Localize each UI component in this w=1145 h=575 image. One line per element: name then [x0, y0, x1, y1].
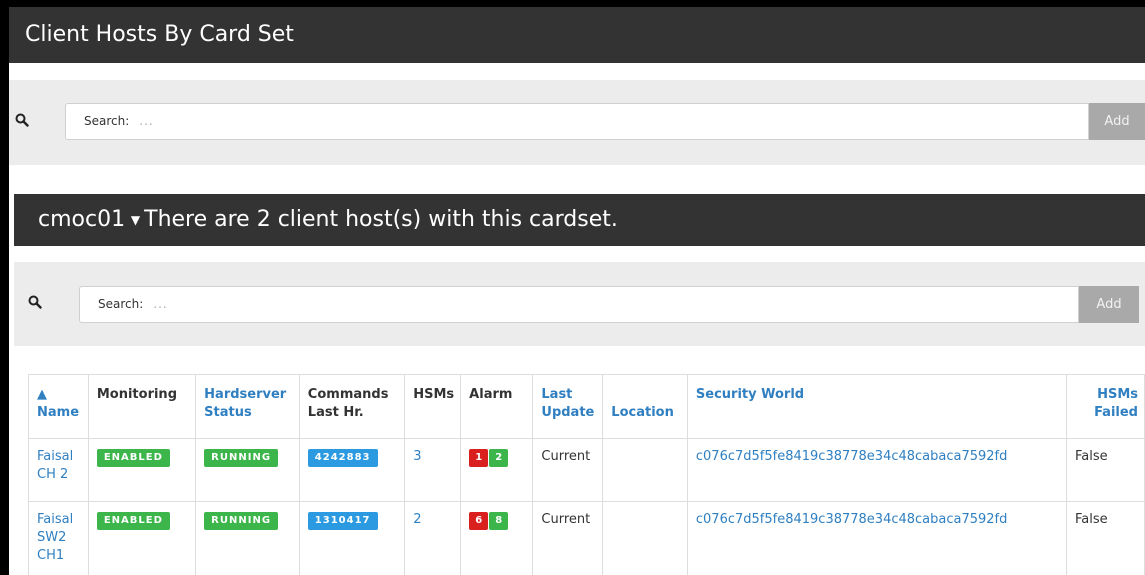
- column-header-name[interactable]: ▲ Name: [28, 374, 89, 439]
- hsms-failed-cell: False: [1066, 438, 1145, 502]
- inner-search-bar: Search:... Add: [14, 262, 1145, 346]
- column-header-last-update[interactable]: Last Update: [532, 374, 604, 439]
- security-world-link[interactable]: c076c7d5f5fe8419c38778e34c48cabaca7592fd: [696, 449, 1008, 464]
- commands-cell: 1310417: [298, 501, 406, 575]
- column-header-hsms: HSMs: [404, 374, 462, 439]
- security-world-link[interactable]: c076c7d5f5fe8419c38778e34c48cabaca7592fd: [696, 512, 1008, 527]
- location-cell: [602, 501, 688, 575]
- location-cell: [602, 438, 688, 502]
- last-update-cell: Current: [532, 438, 604, 502]
- monitoring-cell: ENABLED: [87, 501, 197, 575]
- commands-badge: 4242883: [307, 449, 378, 467]
- alarm-cell: 68: [460, 501, 534, 575]
- search-label: Search:: [98, 297, 144, 311]
- alarm-ok-count[interactable]: 8: [489, 512, 509, 530]
- alarm-critical-count[interactable]: 1: [469, 449, 489, 467]
- monitoring-badge[interactable]: ENABLED: [96, 449, 170, 467]
- search-placeholder: ...: [153, 297, 168, 311]
- caret-down-icon[interactable]: ▼: [127, 213, 140, 227]
- hsms-cell[interactable]: 2: [404, 501, 462, 575]
- cardset-description: There are 2 client host(s) with this car…: [144, 207, 618, 232]
- hsms-cell[interactable]: 3: [404, 438, 462, 502]
- top-search-input[interactable]: Search:...: [65, 103, 1089, 140]
- client-hosts-table-wrapper: ▲ Name Monitoring Hardserver Status Comman…: [28, 374, 1145, 575]
- inner-add-button[interactable]: Add: [1079, 286, 1139, 323]
- page-frame: Client Hosts By Card Set Search:... Add …: [9, 7, 1145, 575]
- table-row: Faisal CH 2 ENABLED RUNNING 4242883 3 12 …: [28, 438, 1145, 502]
- host-name-link[interactable]: Faisal SW2 CH1: [37, 512, 73, 563]
- hardserver-status-cell: RUNNING: [195, 438, 300, 502]
- security-world-cell[interactable]: c076c7d5f5fe8419c38778e34c48cabaca7592fd: [686, 501, 1068, 575]
- hardserver-status-badge: RUNNING: [204, 449, 279, 467]
- top-search-bar: Search:... Add: [9, 80, 1145, 165]
- inner-search-input[interactable]: Search:...: [79, 286, 1079, 323]
- hsms-link[interactable]: 2: [413, 512, 421, 527]
- host-name-cell[interactable]: Faisal SW2 CH1: [28, 501, 89, 575]
- column-header-hsms-failed[interactable]: HSMs Failed: [1066, 374, 1145, 439]
- search-icon: [15, 113, 29, 127]
- column-header-security-world[interactable]: Security World: [686, 374, 1068, 439]
- page-title: Client Hosts By Card Set: [9, 7, 1145, 63]
- client-hosts-table: ▲ Name Monitoring Hardserver Status Comman…: [28, 374, 1145, 575]
- cardset-header[interactable]: cmoc01 ▼ There are 2 client host(s) with …: [14, 194, 1145, 246]
- commands-cell: 4242883: [298, 438, 406, 502]
- hsms-link[interactable]: 3: [413, 449, 421, 464]
- hardserver-status-badge: RUNNING: [204, 512, 279, 530]
- security-world-cell[interactable]: c076c7d5f5fe8419c38778e34c48cabaca7592fd: [686, 438, 1068, 502]
- search-label: Search:: [84, 114, 130, 128]
- column-header-alarm: Alarm: [460, 374, 534, 439]
- alarm-cell: 12: [460, 438, 534, 502]
- hardserver-status-cell: RUNNING: [195, 501, 300, 575]
- column-header-monitoring: Monitoring: [87, 374, 197, 439]
- column-header-location[interactable]: Location: [602, 374, 688, 439]
- monitoring-cell: ENABLED: [87, 438, 197, 502]
- sort-ascending-icon[interactable]: ▲: [37, 387, 47, 402]
- cardset-name[interactable]: cmoc01: [38, 207, 125, 232]
- table-row: Faisal SW2 CH1 ENABLED RUNNING 1310417 2 6…: [28, 501, 1145, 575]
- host-name-link[interactable]: Faisal CH 2: [37, 449, 73, 482]
- commands-badge: 1310417: [307, 512, 378, 530]
- alarm-ok-count[interactable]: 2: [489, 449, 509, 467]
- table-header-row: ▲ Name Monitoring Hardserver Status Comman…: [28, 374, 1145, 439]
- monitoring-badge[interactable]: ENABLED: [96, 512, 170, 530]
- hsms-failed-cell: False: [1066, 501, 1145, 575]
- column-header-commands: Commands Last Hr.: [298, 374, 406, 439]
- search-placeholder: ...: [139, 114, 154, 128]
- last-update-cell: Current: [532, 501, 604, 575]
- host-name-cell[interactable]: Faisal CH 2: [28, 438, 89, 502]
- top-add-button[interactable]: Add: [1089, 103, 1145, 140]
- alarm-critical-count[interactable]: 6: [469, 512, 489, 530]
- column-header-hardserver-status[interactable]: Hardserver Status: [195, 374, 300, 439]
- search-icon: [28, 295, 42, 309]
